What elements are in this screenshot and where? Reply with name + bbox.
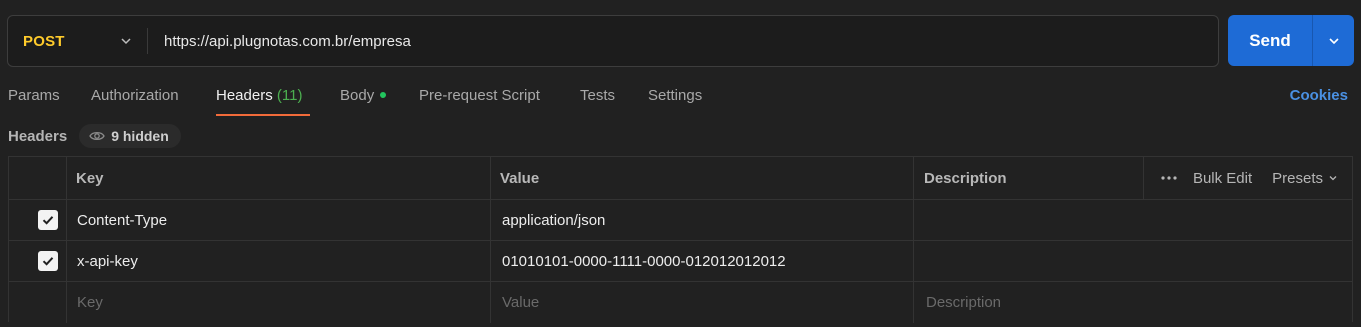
method-label: POST <box>23 32 65 50</box>
column-divider <box>913 200 914 240</box>
tab-body-label: Body <box>340 87 375 104</box>
tab-headers[interactable]: Headers (11) <box>216 87 302 104</box>
cookies-link[interactable]: Cookies <box>1290 87 1348 104</box>
column-divider <box>913 241 914 281</box>
tab-tests[interactable]: Tests <box>580 87 615 104</box>
column-divider <box>490 157 491 199</box>
url-bar: POST <box>7 15 1219 67</box>
column-divider <box>490 282 491 323</box>
headers-table: Key Value Description Bulk Edit Presets … <box>8 156 1353 323</box>
column-divider <box>913 157 914 199</box>
presets-dropdown[interactable]: Presets <box>1272 170 1338 187</box>
tab-authorization[interactable]: Authorization <box>91 87 179 104</box>
column-divider <box>66 200 67 240</box>
bulk-edit-button[interactable]: Bulk Edit <box>1193 170 1252 187</box>
hidden-headers-label: 9 hidden <box>111 128 169 144</box>
checkmark-icon <box>42 257 54 266</box>
column-header-description: Description <box>924 169 1007 187</box>
eye-icon <box>89 131 105 141</box>
send-group: Send <box>1228 15 1354 66</box>
column-divider <box>490 241 491 281</box>
column-divider <box>1143 157 1144 199</box>
send-button[interactable]: Send <box>1228 15 1312 66</box>
table-tools: Bulk Edit Presets <box>1161 157 1352 199</box>
new-description-input[interactable]: Description <box>926 282 1001 323</box>
header-key-cell[interactable]: Content-Type <box>77 200 167 240</box>
column-divider <box>490 200 491 240</box>
column-divider <box>66 157 67 199</box>
tab-body[interactable]: Body <box>340 87 387 104</box>
method-select[interactable]: POST <box>8 16 147 66</box>
request-tabs: Params Authorization Headers (11) Body P… <box>0 78 1361 116</box>
column-header-value: Value <box>500 169 540 187</box>
active-tab-underline <box>216 114 310 116</box>
row-checkbox-cell <box>38 241 58 281</box>
presets-label: Presets <box>1272 169 1323 187</box>
tab-settings[interactable]: Settings <box>648 87 702 104</box>
headers-subbar: Headers 9 hidden <box>8 124 181 148</box>
new-value-input[interactable]: Value <box>502 282 539 323</box>
body-status-dot <box>380 92 387 99</box>
column-divider <box>913 282 914 323</box>
chevron-down-icon <box>1329 176 1337 181</box>
tab-pre-request-script[interactable]: Pre-request Script <box>419 87 540 104</box>
table-row-new: Key Value Description <box>9 282 1352 323</box>
table-row: Content-Type application/json <box>9 200 1352 241</box>
header-key-cell[interactable]: x-api-key <box>77 241 138 281</box>
tab-headers-count: (11) <box>276 87 303 104</box>
checkmark-icon <box>42 216 54 225</box>
column-divider <box>66 241 67 281</box>
header-value-cell[interactable]: 01010101-0000-1111-0000-012012012012 <box>502 241 786 281</box>
hidden-headers-toggle[interactable]: 9 hidden <box>79 124 181 148</box>
chevron-down-icon <box>121 38 131 45</box>
header-value-cell[interactable]: application/json <box>502 200 605 240</box>
row-checkbox-cell <box>38 200 58 240</box>
headers-section-title: Headers <box>8 127 68 145</box>
more-options-icon[interactable] <box>1161 176 1177 180</box>
tab-params[interactable]: Params <box>8 87 60 104</box>
chevron-down-icon <box>1328 37 1339 44</box>
new-key-input[interactable]: Key <box>77 282 103 323</box>
row-enabled-checkbox[interactable] <box>38 251 58 271</box>
send-dropdown-button[interactable] <box>1313 15 1354 66</box>
column-header-key: Key <box>76 169 104 187</box>
table-row: x-api-key 01010101-0000-1111-0000-012012… <box>9 241 1352 282</box>
table-header-row: Key Value Description Bulk Edit Presets <box>9 157 1352 200</box>
row-enabled-checkbox[interactable] <box>38 210 58 230</box>
tab-headers-label: Headers <box>216 87 273 104</box>
url-input[interactable] <box>148 16 1218 66</box>
column-divider <box>66 282 67 323</box>
